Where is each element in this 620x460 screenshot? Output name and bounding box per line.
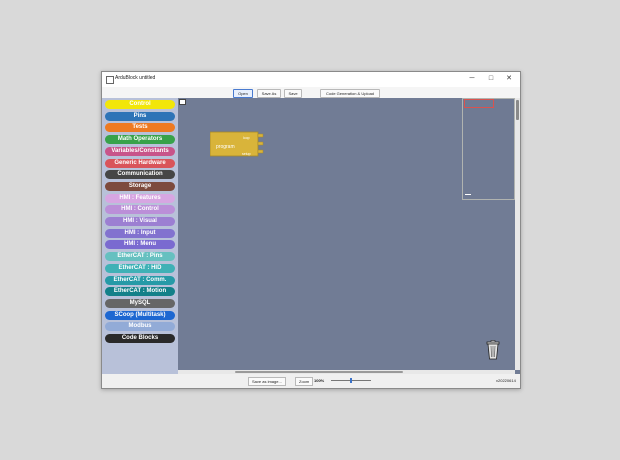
category-ethercat-motion[interactable]: EtherCAT : Motion — [105, 287, 175, 297]
block-palette: Control Pins Tests Math Operators Variables/… — [102, 98, 178, 374]
category-storage[interactable]: Storage — [105, 181, 175, 191]
collapse-palette-button[interactable] — [179, 99, 186, 105]
category-hmi-input[interactable]: HMI : Input — [105, 228, 175, 238]
vertical-scroll-thumb[interactable] — [516, 100, 519, 120]
minimap-marker — [465, 194, 471, 195]
save-image-button[interactable]: Save as image... — [248, 377, 286, 386]
upload-button[interactable]: Code Generation & Upload — [320, 89, 380, 98]
workspace-canvas[interactable]: program loop setup — [178, 98, 520, 374]
zoom-slider[interactable] — [331, 378, 371, 383]
open-button[interactable]: Open — [233, 89, 253, 98]
block-label: program — [216, 144, 235, 150]
minimize-button[interactable]: ─ — [463, 73, 481, 85]
category-mysql[interactable]: MySQL — [105, 298, 175, 308]
close-button[interactable]: ✕ — [500, 73, 518, 85]
category-scoop-multitask[interactable]: SCoop (Multitask) — [105, 310, 175, 320]
zoom-value: 100% — [314, 378, 325, 383]
title-bar: ArduBlock untitled ─ □ ✕ — [102, 72, 520, 87]
category-math-operators[interactable]: Math Operators — [105, 135, 175, 145]
maximize-button[interactable]: □ — [482, 73, 500, 85]
category-ethercat-comm[interactable]: EtherCAT : Comm. — [105, 275, 175, 285]
category-ethercat-hid[interactable]: EtherCAT : HID — [105, 263, 175, 273]
category-tests[interactable]: Tests — [105, 123, 175, 133]
trash-icon[interactable] — [485, 340, 501, 360]
toolbar: Open Save As Save Code Generation & Uplo… — [102, 87, 520, 98]
block-slot-bottom: setup — [242, 152, 251, 156]
window-title: ArduBlock untitled — [115, 75, 156, 81]
app-icon — [106, 76, 114, 84]
category-hmi-control[interactable]: HMI : Control — [105, 205, 175, 215]
category-ethercat-pins[interactable]: EtherCAT : Pins — [105, 252, 175, 262]
vertical-scrollbar[interactable] — [515, 98, 520, 370]
zoom-slider-thumb[interactable] — [350, 378, 352, 383]
category-communication[interactable]: Communication — [105, 170, 175, 180]
block-slot-top: loop — [243, 136, 250, 140]
zoom-label[interactable]: Zoom — [295, 377, 314, 386]
horizontal-scroll-thumb[interactable] — [235, 371, 403, 373]
program-block[interactable]: program loop setup — [210, 130, 266, 160]
minimap[interactable] — [462, 98, 515, 200]
status-bar: Save as image... Zoom 100% v20220614 — [102, 374, 520, 388]
minimap-viewport[interactable] — [464, 99, 494, 108]
save-button[interactable]: Save — [284, 89, 302, 98]
category-generic-hardware[interactable]: Generic Hardware — [105, 158, 175, 168]
category-hmi-visual[interactable]: HMI : Visual — [105, 217, 175, 226]
category-modbus[interactable]: Modbus — [105, 322, 175, 332]
category-hmi-features[interactable]: HMI : Features — [105, 193, 175, 203]
app-window: ArduBlock untitled ─ □ ✕ Open Save As Sa… — [101, 71, 521, 389]
category-code-blocks[interactable]: Code Blocks — [105, 334, 175, 343]
category-pins[interactable]: Pins — [105, 111, 175, 121]
category-variables-constants[interactable]: Variables/Constants — [105, 146, 175, 156]
category-control[interactable]: Control — [105, 100, 175, 109]
save-as-button[interactable]: Save As — [257, 89, 281, 98]
category-hmi-menu[interactable]: HMI : Menu — [105, 240, 175, 250]
version-label: v20220614 — [496, 378, 516, 383]
